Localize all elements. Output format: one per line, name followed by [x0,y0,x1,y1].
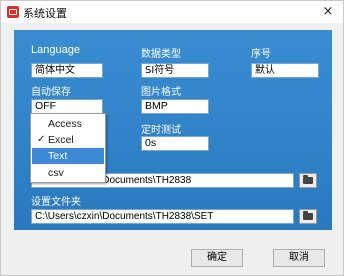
data-path-browse-button[interactable] [299,173,317,188]
image-format-label: 图片格式 [141,87,181,98]
app-icon [7,6,19,18]
format-dropdown-list: Access ✓ Excel Text csv [30,113,106,183]
dropdown-item-csv[interactable]: csv [32,165,104,181]
settings-dialog: 系统设置 × Language 简体中文 数据类型 SI符号 序号 默认 自动保… [0,0,344,276]
settings-folder-browse-button[interactable] [299,209,317,224]
settings-folder-input[interactable]: C:\Users\czxin\Documents\TH2838\SET [31,209,294,224]
datatype-select[interactable]: SI符号 [141,63,209,78]
folder-icon [303,211,313,220]
folder-icon [303,175,313,184]
dropdown-item-access[interactable]: Access [32,116,104,132]
dropdown-item-excel[interactable]: ✓ Excel [32,132,104,148]
serial-label: 序号 [251,49,271,60]
language-label: Language [31,44,80,56]
close-icon[interactable]: × [315,1,341,23]
image-format-select[interactable]: BMP [141,99,209,114]
settings-folder-label: 设置文件夹 [31,197,81,208]
check-icon: ✓ [37,134,46,145]
ok-button[interactable]: 确定 [191,249,243,267]
datatype-label: 数据类型 [141,49,181,60]
cancel-button[interactable]: 取消 [273,249,325,267]
language-select[interactable]: 简体中文 [31,63,103,78]
timed-test-label: 定时测试 [141,125,181,136]
serial-select[interactable]: 默认 [251,63,319,78]
dropdown-item-text[interactable]: Text [32,148,104,164]
autosave-label: 自动保存 [31,87,71,98]
window-title: 系统设置 [23,7,67,20]
timed-test-input[interactable]: 0s [141,136,209,151]
title-bar: 系统设置 × [1,1,343,23]
autosave-select[interactable]: OFF [31,99,103,114]
